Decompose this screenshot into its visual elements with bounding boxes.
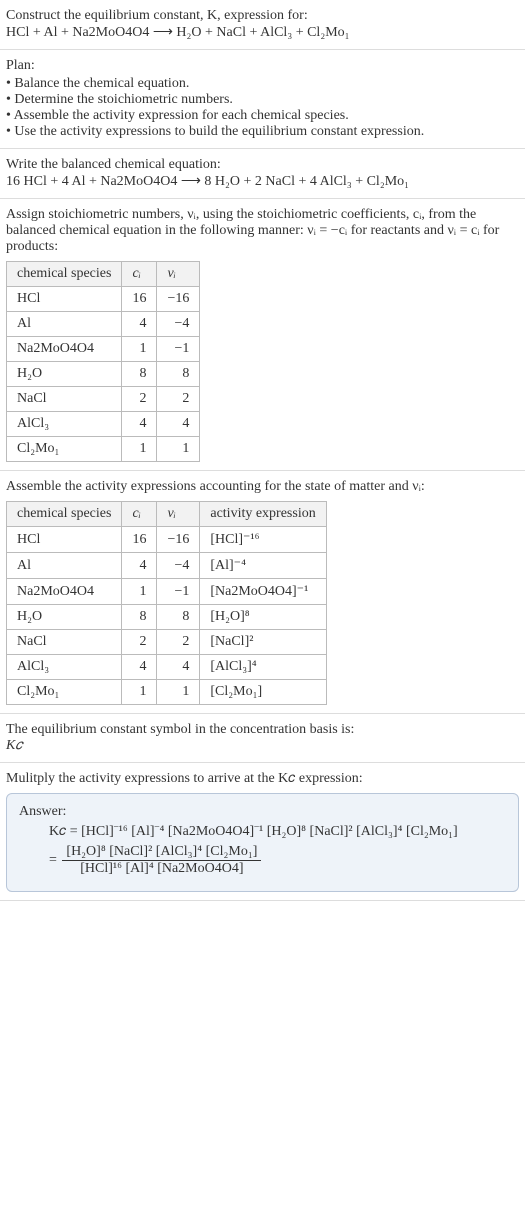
table-row: HCl16−16 (7, 287, 200, 312)
basis-section: The equilibrium constant symbol in the c… (0, 714, 525, 763)
table-row: NaCl22 (7, 387, 200, 412)
table-header-row: chemical species cᵢ νᵢ (7, 262, 200, 287)
basis-symbol: K𝑐 (6, 738, 519, 754)
plan-section: Plan: Balance the chemical equation. Det… (0, 50, 525, 149)
col-activity: activity expression (200, 502, 326, 527)
plan-heading: Plan: (6, 58, 519, 74)
fraction-numerator: [H₂O]⁸ [NaCl]² [AlCl₃]⁴ [Cl₂Mo₁] (62, 844, 261, 861)
fraction: [H₂O]⁸ [NaCl]² [AlCl₃]⁴ [Cl₂Mo₁] [HCl]¹⁶… (62, 844, 261, 877)
kc-product-line: K𝑐 = [HCl]⁻¹⁶ [Al]⁻⁴ [Na2MoO4O4]⁻¹ [H₂O]… (19, 824, 506, 840)
assemble-section: Assemble the activity expressions accoun… (0, 471, 525, 714)
table-row: Na2MoO4O41−1 (7, 337, 200, 362)
fraction-denominator: [HCl]¹⁶ [Al]⁴ [Na2MoO4O4] (62, 861, 261, 877)
plan-list: Balance the chemical equation. Determine… (6, 76, 519, 140)
col-vi: νᵢ (157, 262, 200, 287)
assign-heading: Assign stoichiometric numbers, νᵢ, using… (6, 207, 519, 255)
basis-heading: The equilibrium constant symbol in the c… (6, 722, 519, 738)
balanced-heading: Write the balanced chemical equation: (6, 157, 519, 173)
title-section: Construct the equilibrium constant, K, e… (0, 0, 525, 50)
answer-label: Answer: (19, 804, 506, 820)
multiply-section: Mulitply the activity expressions to arr… (0, 763, 525, 901)
table-row: NaCl22[NaCl]² (7, 630, 327, 655)
multiply-heading: Mulitply the activity expressions to arr… (6, 771, 519, 787)
assign-section: Assign stoichiometric numbers, νᵢ, using… (0, 199, 525, 471)
col-ci: cᵢ (122, 502, 157, 527)
table-row: HCl16−16[HCl]⁻¹⁶ (7, 527, 327, 553)
table-row: Cl₂Mo₁11[Cl₂Mo₁] (7, 680, 327, 705)
answer-box: Answer: K𝑐 = [HCl]⁻¹⁶ [Al]⁻⁴ [Na2MoO4O4]… (6, 793, 519, 892)
plan-item: Determine the stoichiometric numbers. (6, 92, 519, 108)
col-ci: cᵢ (122, 262, 157, 287)
stoich-table: chemical species cᵢ νᵢ HCl16−16 Al4−4 Na… (6, 261, 200, 462)
assemble-heading: Assemble the activity expressions accoun… (6, 479, 519, 495)
activity-table: chemical species cᵢ νᵢ activity expressi… (6, 501, 327, 705)
table-row: AlCl₃44[AlCl₃]⁴ (7, 655, 327, 680)
table-row: Al4−4[Al]⁻⁴ (7, 553, 327, 579)
table-row: Cl₂Mo₁11 (7, 437, 200, 462)
equals-sign: = (49, 853, 60, 868)
balanced-section: Write the balanced chemical equation: 16… (0, 149, 525, 199)
title-text: Construct the equilibrium constant, K, e… (6, 8, 519, 24)
table-row: H₂O88[H₂O]⁸ (7, 605, 327, 630)
table-row: H₂O88 (7, 362, 200, 387)
plan-item: Balance the chemical equation. (6, 76, 519, 92)
unbalanced-equation: HCl + Al + Na2MoO4O4 ⟶ H₂O + NaCl + AlCl… (6, 24, 519, 41)
kc-fraction-line: = [H₂O]⁸ [NaCl]² [AlCl₃]⁴ [Cl₂Mo₁] [HCl]… (19, 844, 506, 877)
plan-item: Use the activity expressions to build th… (6, 124, 519, 140)
col-vi: νᵢ (157, 502, 200, 527)
table-row: Na2MoO4O41−1[Na2MoO4O4]⁻¹ (7, 579, 327, 605)
col-species: chemical species (7, 502, 122, 527)
table-row: AlCl₃44 (7, 412, 200, 437)
title-prefix: Construct the equilibrium constant, K, e… (6, 8, 308, 23)
table-row: Al4−4 (7, 312, 200, 337)
table-header-row: chemical species cᵢ νᵢ activity expressi… (7, 502, 327, 527)
col-species: chemical species (7, 262, 122, 287)
balanced-equation: 16 HCl + 4 Al + Na2MoO4O4 ⟶ 8 H₂O + 2 Na… (6, 173, 519, 190)
plan-item: Assemble the activity expression for eac… (6, 108, 519, 124)
